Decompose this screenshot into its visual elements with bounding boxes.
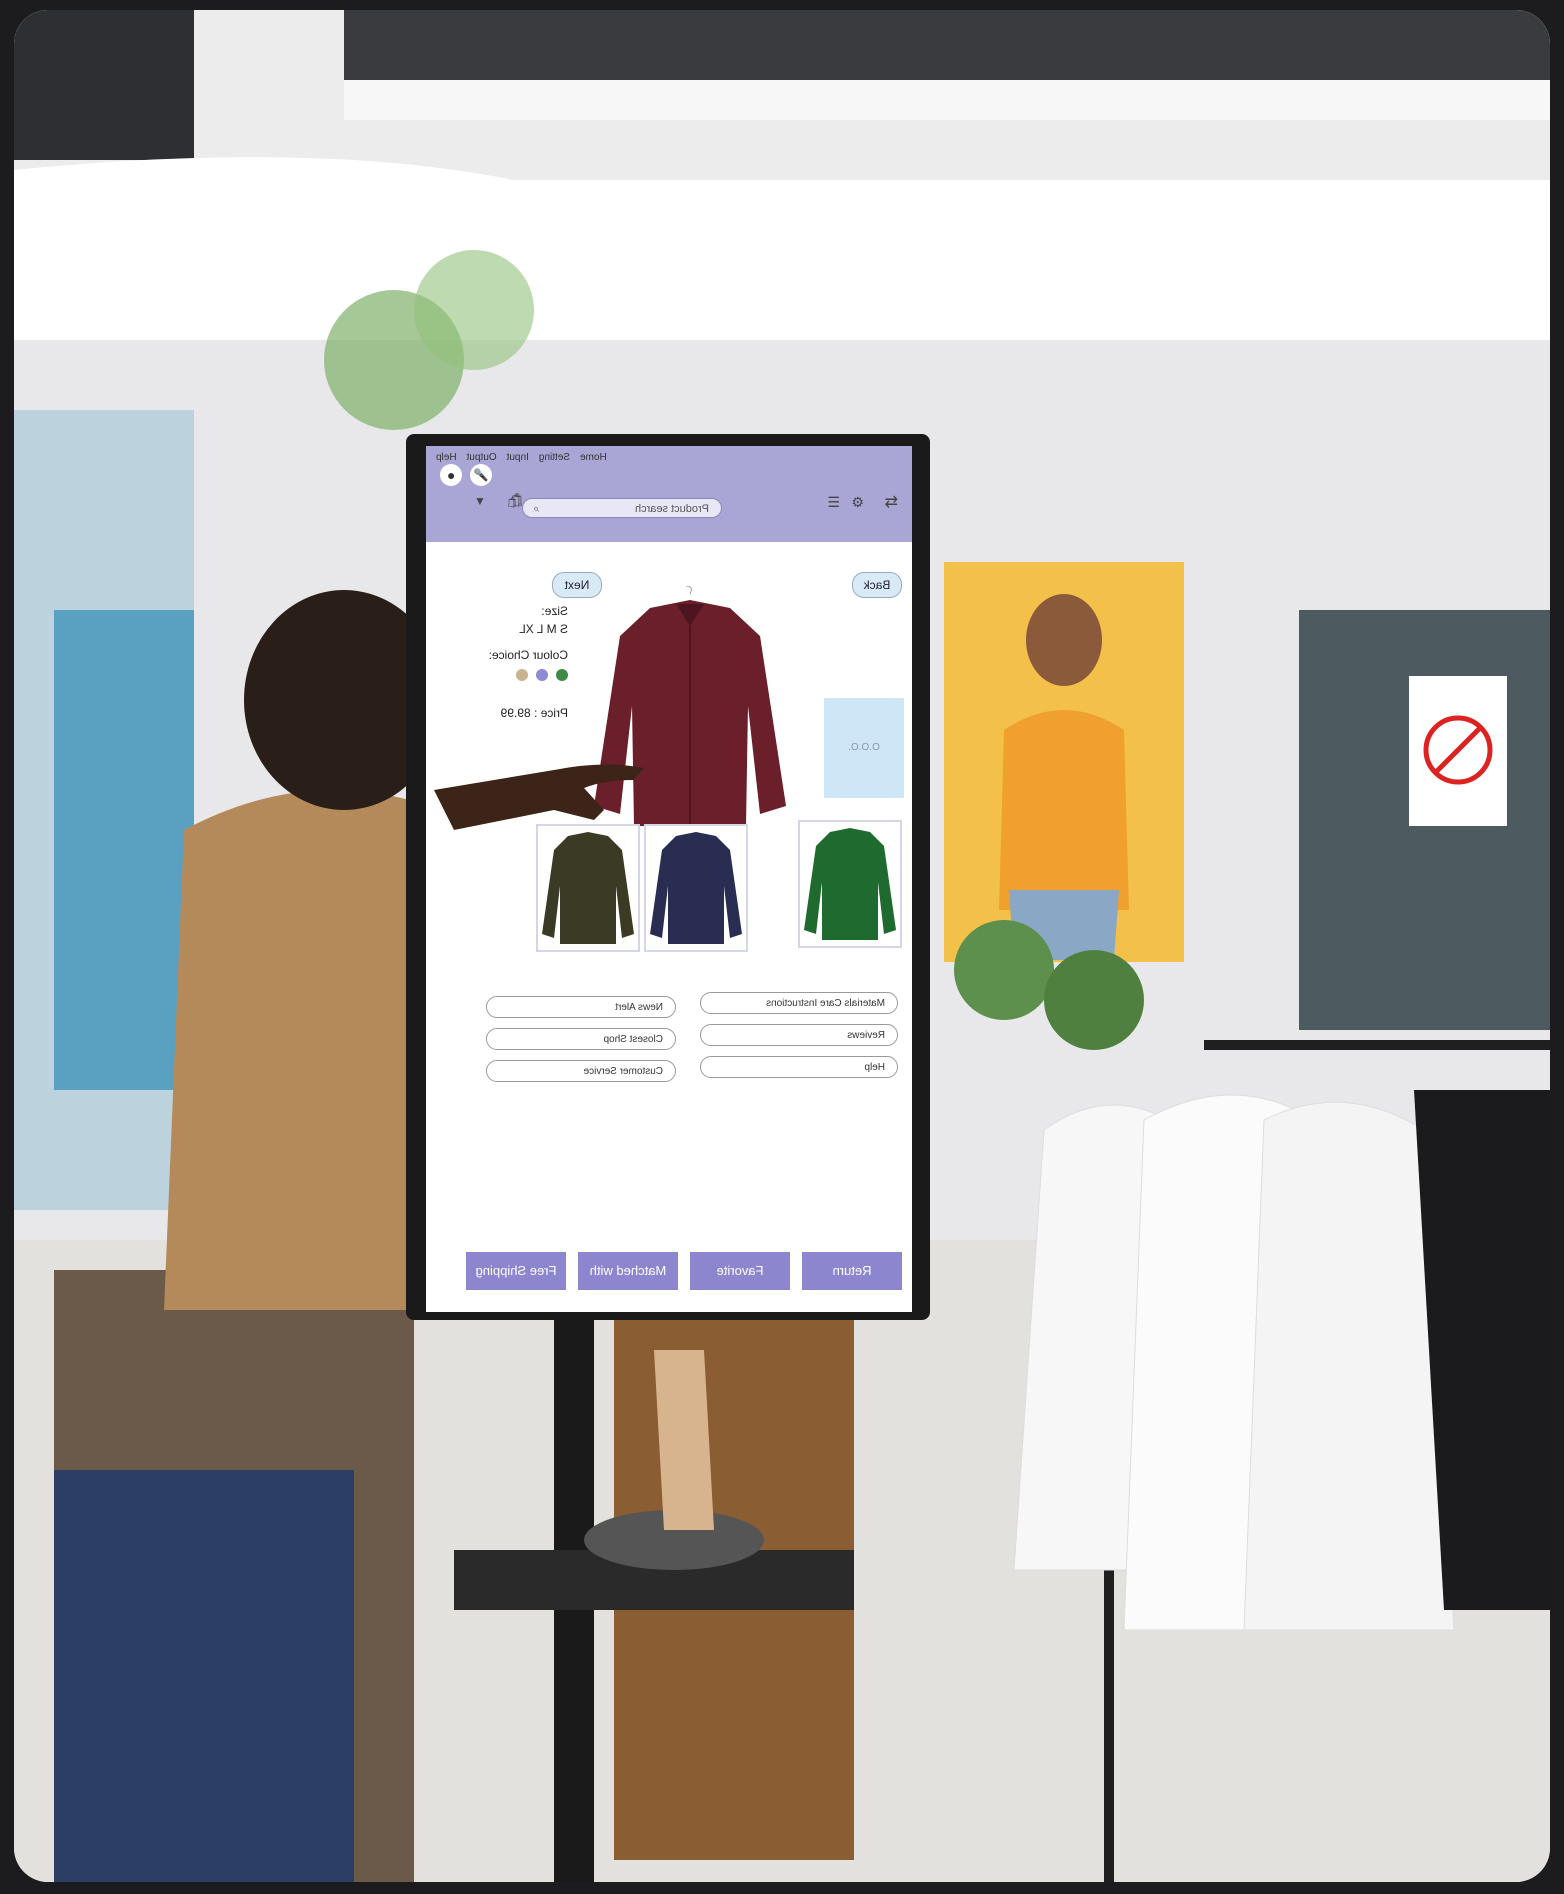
- search-placeholder: Product search: [635, 503, 709, 515]
- menu-icon[interactable]: ☰: [827, 494, 840, 511]
- menu-item-input[interactable]: Input: [507, 452, 529, 463]
- kiosk-header: Home Setting Input Output Help ⇆ ⚙ ☰ Pro…: [426, 446, 912, 542]
- thumbnail-navy-shirt[interactable]: [644, 824, 748, 952]
- link-closest-shop[interactable]: Closest Shop: [486, 1028, 676, 1050]
- matched-with-button[interactable]: Matched with: [578, 1252, 678, 1290]
- search-input[interactable]: Product search ⌕: [522, 498, 722, 518]
- link-help[interactable]: Help: [700, 1056, 898, 1078]
- link-materials-care[interactable]: Materials Care Instructions: [700, 992, 898, 1014]
- product-price: Price : 89.99: [500, 706, 568, 720]
- menu-item-output[interactable]: Output: [467, 452, 497, 463]
- back-button[interactable]: Back: [852, 572, 902, 598]
- colour-label: Colour Choice:: [488, 648, 568, 662]
- colour-swatch-beige[interactable]: [516, 669, 528, 681]
- menu-item-help[interactable]: Help: [436, 452, 457, 463]
- share-icon[interactable]: ⇆: [885, 492, 898, 512]
- link-customer-service[interactable]: Customer Service: [486, 1060, 676, 1082]
- search-icon: ⌕: [533, 503, 540, 515]
- customer-hand: [434, 764, 644, 830]
- menu-item-setting[interactable]: Setting: [539, 452, 570, 463]
- green-shirt-image: [804, 828, 896, 940]
- size-label: Size:: [541, 604, 568, 618]
- free-shipping-button[interactable]: Free Shipping: [466, 1252, 566, 1290]
- chevron-down-icon[interactable]: ▼: [474, 494, 486, 508]
- link-news-alert[interactable]: News Alert: [486, 996, 676, 1018]
- photo-frame: Home Setting Input Output Help ⇆ ⚙ ☰ Pro…: [14, 10, 1550, 1882]
- size-options[interactable]: S M L XL: [489, 620, 568, 638]
- link-reviews[interactable]: Reviews: [700, 1024, 898, 1046]
- product-info: Size: S M L XL Colour Choice: Price : 89…: [489, 602, 568, 722]
- kiosk-screen: Home Setting Input Output Help ⇆ ⚙ ☰ Pro…: [426, 446, 912, 1312]
- side-panel[interactable]: O.O.O.: [824, 698, 904, 798]
- settings-icon[interactable]: ⚙: [851, 494, 864, 511]
- colour-swatch-green[interactable]: [556, 669, 568, 681]
- colour-swatch-purple[interactable]: [536, 669, 548, 681]
- microphone-icon[interactable]: 🎤: [470, 464, 492, 486]
- thumbnail-green-shirt[interactable]: [798, 820, 902, 948]
- navy-shirt-image: [650, 832, 742, 944]
- favorite-button[interactable]: Favorite: [690, 1252, 790, 1290]
- colour-swatches: [489, 668, 568, 686]
- user-icon[interactable]: ●: [440, 464, 462, 486]
- menu-item-home[interactable]: Home: [580, 452, 607, 463]
- cart-icon[interactable]: 🛍: [506, 492, 524, 509]
- kiosk-menu: Home Setting Input Output Help: [436, 452, 607, 463]
- return-button[interactable]: Return: [802, 1252, 902, 1290]
